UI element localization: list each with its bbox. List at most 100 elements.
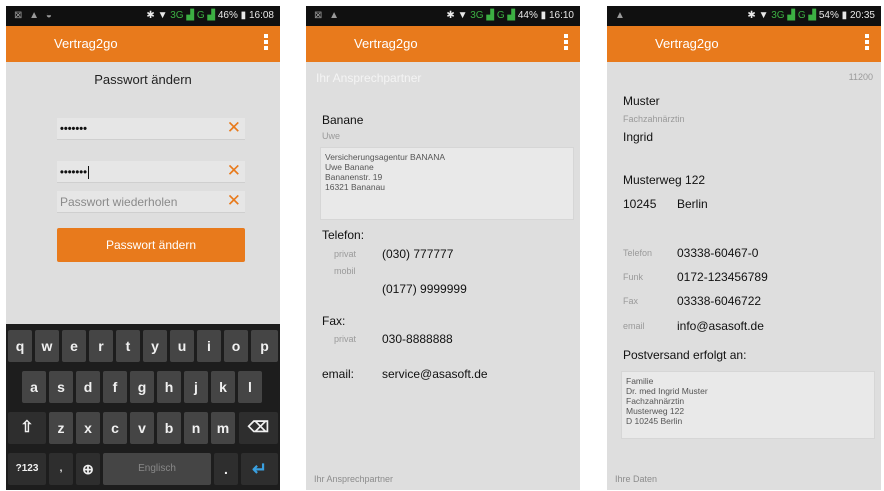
contact-first-name: Uwe xyxy=(322,131,341,141)
mobile-label: Funk xyxy=(623,272,644,282)
key-t[interactable]: t xyxy=(116,330,140,362)
key-d[interactable]: d xyxy=(76,371,100,403)
postal-address-box: Familie Dr. med Ingrid Muster Fachzahnär… xyxy=(621,371,875,439)
first-name: Ingrid xyxy=(623,130,654,144)
notification-icons: ▲ xyxy=(615,10,627,21)
numbers-key[interactable]: ?123 xyxy=(8,453,46,485)
text-cursor xyxy=(87,166,89,179)
fax-private-label: privat xyxy=(334,334,357,344)
key-c[interactable]: c xyxy=(103,412,127,444)
key-b[interactable]: b xyxy=(157,412,181,444)
status-bar: ⊠ ▲ ◒ ✱ ▼ 3G ▟ G ▟ 46% ▮ 16:08 xyxy=(6,6,280,26)
key-g[interactable]: g xyxy=(130,371,154,403)
clock: 16:10 xyxy=(548,10,574,21)
key-m[interactable]: m xyxy=(211,412,235,444)
key-x[interactable]: x xyxy=(76,412,100,444)
phone-screen-contact: ⊠ ▲ ✱ ▼ 3G ▟ G ▟ 44% ▮ 16:10 Vertrag2go … xyxy=(306,6,580,490)
street: Musterweg 122 xyxy=(623,173,706,187)
change-password-button[interactable]: Passwort ändern xyxy=(57,228,245,262)
wifi-icon: ▼ xyxy=(758,10,769,21)
clear-icon[interactable]: ✕ xyxy=(227,192,241,210)
globe-icon[interactable]: ⊕ xyxy=(76,453,100,485)
city: Berlin xyxy=(677,197,708,211)
notification-icons: ⊠ ▲ xyxy=(314,10,342,21)
key-f[interactable]: f xyxy=(103,371,127,403)
postal-line: D 10245 Berlin xyxy=(626,416,683,426)
key-p[interactable]: p xyxy=(251,330,278,362)
signal-icon: ▟ G ▟ xyxy=(186,10,216,21)
key-r[interactable]: r xyxy=(89,330,113,362)
bluetooth-icon: ✱ xyxy=(446,10,455,21)
password-field-repeat[interactable]: Passwort wiederholen ✕ xyxy=(57,191,245,213)
keyboard-row-2: a s d f g h j k l xyxy=(6,371,280,405)
password-value: ••••••• xyxy=(60,123,87,135)
phone-private-value[interactable]: (030) 777777 xyxy=(382,247,453,261)
password-field-current[interactable]: ••••••• ✕ xyxy=(57,118,245,140)
battery-icon: ▮ xyxy=(841,10,848,21)
keyboard-row-1: q w e r t y u i o p xyxy=(6,330,280,364)
key-z[interactable]: z xyxy=(49,412,73,444)
clock: 20:35 xyxy=(849,10,875,21)
address-line: Versicherungsagentur BANANA xyxy=(325,152,446,162)
shift-key[interactable]: ⇧ xyxy=(8,412,46,444)
enter-icon[interactable]: ↵ xyxy=(241,453,278,485)
key-v[interactable]: v xyxy=(130,412,154,444)
network-type: 3G xyxy=(771,10,785,21)
phone-mobile-label: mobil xyxy=(334,266,356,276)
key-i[interactable]: i xyxy=(197,330,221,362)
battery-icon: ▮ xyxy=(240,10,247,21)
mobile-value[interactable]: 0172-123456789 xyxy=(677,270,768,284)
last-name: Muster xyxy=(623,94,660,108)
app-title: Vertrag2go xyxy=(354,36,418,51)
key-j[interactable]: j xyxy=(184,371,208,403)
password-field-new[interactable]: ••••••• ✕ xyxy=(57,161,245,183)
key-k[interactable]: k xyxy=(211,371,235,403)
key-a[interactable]: a xyxy=(22,371,46,403)
email-value[interactable]: service@asasoft.de xyxy=(382,367,488,381)
clear-icon[interactable]: ✕ xyxy=(227,119,241,137)
footer-label: Ihre Daten xyxy=(615,474,658,484)
backspace-key[interactable]: ⌫ xyxy=(239,412,278,444)
phone-mobile-value[interactable]: (0177) 9999999 xyxy=(382,282,467,296)
clear-icon[interactable]: ✕ xyxy=(227,162,241,180)
postal-line: Musterweg 122 xyxy=(626,406,685,416)
fax-label: Fax: xyxy=(322,314,346,328)
key-o[interactable]: o xyxy=(224,330,248,362)
status-bar: ⊠ ▲ ✱ ▼ 3G ▟ G ▟ 44% ▮ 16:10 xyxy=(306,6,580,26)
page-title: Passwort ändern xyxy=(94,72,192,87)
keyboard-row-3: ⇧ z x c v b n m ⌫ xyxy=(6,412,280,446)
email-value[interactable]: info@asasoft.de xyxy=(677,319,764,333)
soft-keyboard: q w e r t y u i o p a s d f g h j k l ⇧ … xyxy=(6,324,280,490)
phone-private-label: privat xyxy=(334,249,357,259)
notification-icons: ⊠ ▲ ◒ xyxy=(14,10,54,21)
key-q[interactable]: q xyxy=(8,330,32,362)
comma-key[interactable]: , xyxy=(49,453,73,485)
key-s[interactable]: s xyxy=(49,371,73,403)
password-repeat-placeholder: Passwort wiederholen xyxy=(60,195,178,209)
bluetooth-icon: ✱ xyxy=(146,10,155,21)
key-n[interactable]: n xyxy=(184,412,208,444)
network-type: 3G xyxy=(470,10,484,21)
key-u[interactable]: u xyxy=(170,330,194,362)
app-title: Vertrag2go xyxy=(54,36,118,51)
bluetooth-icon: ✱ xyxy=(747,10,756,21)
battery-percent: 54% xyxy=(818,10,839,21)
key-h[interactable]: h xyxy=(157,371,181,403)
key-w[interactable]: w xyxy=(35,330,59,362)
overflow-menu-icon[interactable] xyxy=(564,34,570,52)
period-key[interactable]: . xyxy=(214,453,238,485)
address-box: Versicherungsagentur BANANA Uwe Banane B… xyxy=(320,147,574,220)
space-key[interactable]: Englisch xyxy=(103,453,211,485)
overflow-menu-icon[interactable] xyxy=(865,34,871,52)
key-y[interactable]: y xyxy=(143,330,167,362)
postal-line: Fachzahnärztin xyxy=(626,396,685,406)
app-bar: Vertrag2go xyxy=(607,26,881,62)
phone-value[interactable]: 03338-60467-0 xyxy=(677,246,758,260)
overflow-menu-icon[interactable] xyxy=(264,34,270,52)
app-title: Vertrag2go xyxy=(655,36,719,51)
status-right: ✱ ▼ 3G ▟ G ▟ 54% ▮ 20:35 xyxy=(747,10,875,21)
key-l[interactable]: l xyxy=(238,371,262,403)
key-e[interactable]: e xyxy=(62,330,86,362)
zip-code: 10245 xyxy=(623,197,657,211)
app-bar: Vertrag2go xyxy=(6,26,280,62)
